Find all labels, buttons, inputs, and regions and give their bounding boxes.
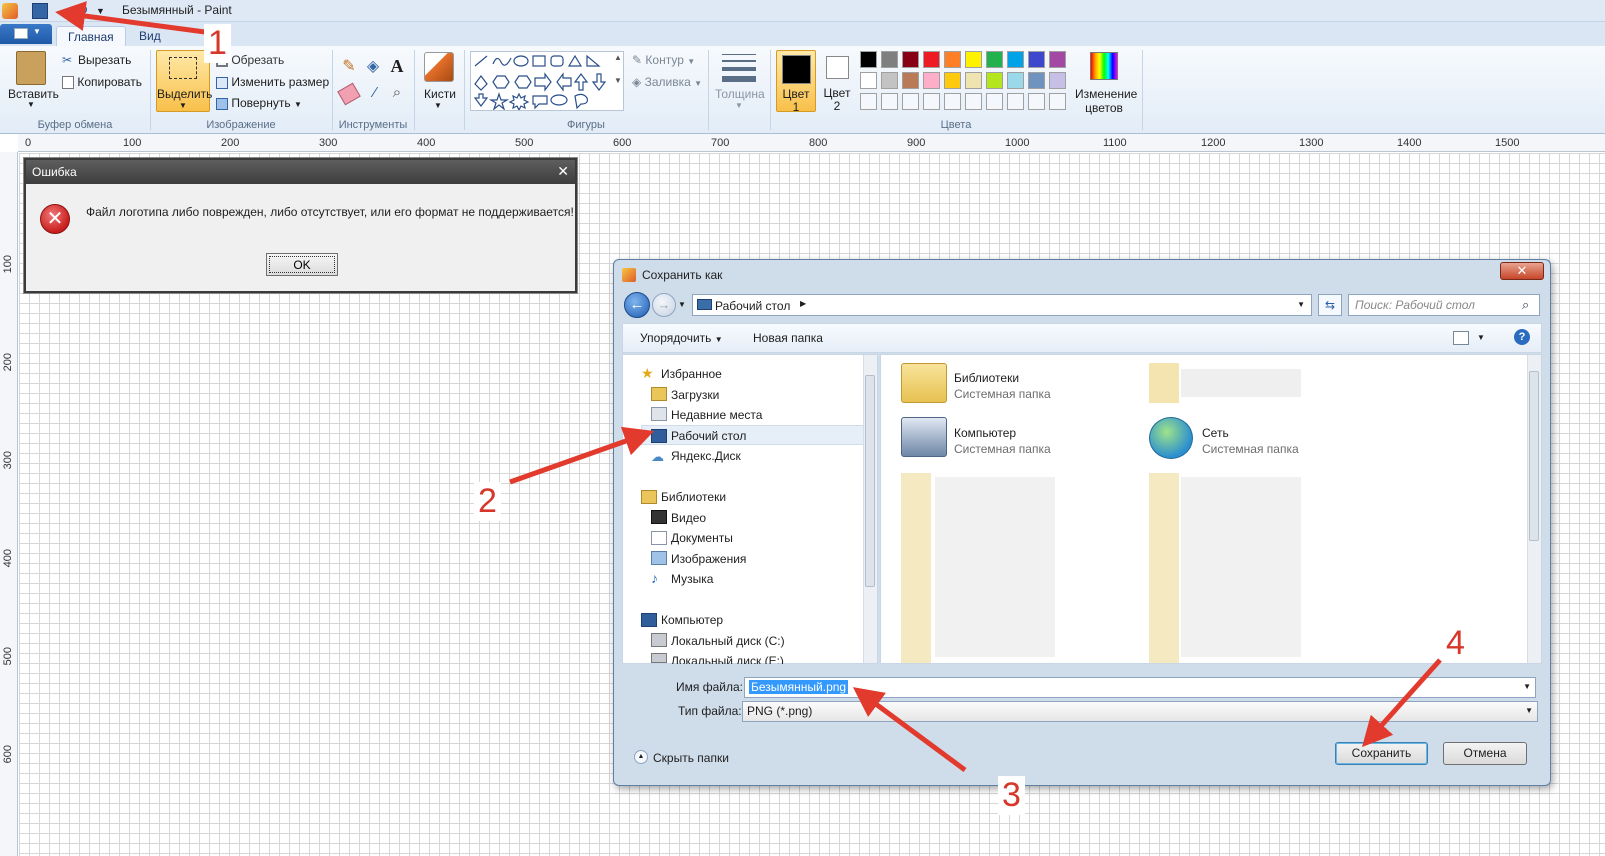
arrow-2 (509, 426, 655, 485)
arrow-1 (55, 1, 206, 35)
annotation-number: 2 (474, 482, 501, 521)
annotation-number: 3 (998, 776, 1025, 815)
annotation-arrows (55, 1, 1442, 773)
annotation-number: 1 (204, 24, 231, 63)
annotation-number: 4 (1442, 624, 1469, 663)
arrow-3 (852, 687, 967, 773)
arrow-4 (1361, 658, 1442, 748)
